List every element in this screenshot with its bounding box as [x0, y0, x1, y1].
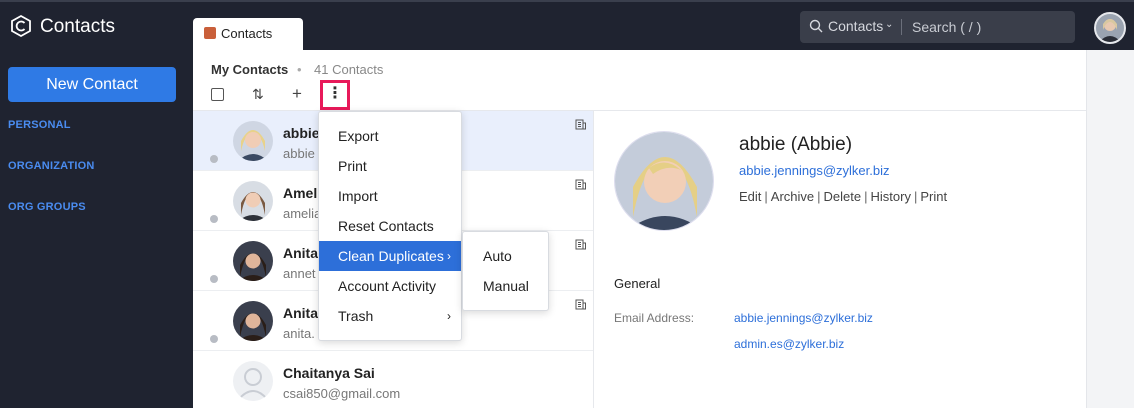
contact-avatar: [233, 301, 273, 341]
more-options-menu: Export Print Import Reset Contacts Clean…: [318, 111, 462, 341]
contact-row[interactable]: Chaitanya Sai csai850@gmail.com: [193, 351, 593, 408]
contact-email: amelia: [283, 206, 322, 221]
contact-email: annet: [283, 266, 316, 281]
separator: |: [764, 189, 768, 204]
header-dot: •: [297, 62, 302, 77]
status-dot: [210, 155, 218, 163]
separator: |: [817, 189, 821, 204]
sidebar-item-organization[interactable]: ORGANIZATION: [8, 160, 95, 172]
user-avatar[interactable]: [1094, 12, 1126, 44]
section-general: General: [614, 276, 661, 291]
status-dot: [210, 215, 218, 223]
contact-avatar: [233, 121, 273, 161]
menu-item-label: Clean Duplicates: [338, 248, 444, 264]
email-value[interactable]: admin.es@zylker.biz: [734, 337, 844, 351]
menu-item-export[interactable]: Export: [319, 121, 461, 151]
chevron-right-icon: ›: [447, 249, 451, 263]
sort-icon[interactable]: ⇅: [252, 86, 264, 104]
sidebar: New Contact PERSONAL ORGANIZATION ORG GR…: [0, 50, 193, 408]
menu-item-label: Print: [338, 158, 367, 174]
email-address-label: Email Address:: [614, 311, 695, 325]
menu-item-clean-duplicates[interactable]: Clean Duplicates ›: [319, 241, 461, 271]
search-bar[interactable]: Contacts ⌄ Search ( / ): [800, 11, 1075, 43]
menu-item-label: Reset Contacts: [338, 218, 434, 234]
menu-item-label: Import: [338, 188, 378, 204]
building-icon: [575, 119, 586, 130]
clean-duplicates-submenu: Auto Manual: [462, 231, 549, 311]
contact-email: abbie: [283, 146, 315, 161]
search-input[interactable]: Search ( / ): [912, 19, 981, 35]
contact-email: anita.: [283, 326, 315, 341]
contact-avatar: [233, 241, 273, 281]
select-all-checkbox[interactable]: [211, 88, 224, 101]
contact-avatar: [233, 181, 273, 221]
submenu-item-manual[interactable]: Manual: [483, 278, 529, 294]
tab-contacts[interactable]: Contacts: [193, 18, 303, 50]
menu-item-label: Trash: [338, 308, 374, 324]
sidebar-item-personal[interactable]: PERSONAL: [8, 119, 71, 131]
status-dot: [210, 335, 218, 343]
right-side-strip: [1086, 50, 1134, 408]
detail-avatar: [614, 131, 714, 231]
menu-item-print[interactable]: Print: [319, 151, 461, 181]
sidebar-item-org-groups[interactable]: ORG GROUPS: [8, 201, 86, 213]
building-icon: [575, 179, 586, 190]
contacts-tab-icon: [204, 27, 216, 39]
tab-label: Contacts: [221, 26, 273, 41]
list-title[interactable]: My Contacts: [211, 62, 288, 77]
detail-actions: Edit | Archive | Delete | History | Print: [739, 189, 947, 204]
history-link[interactable]: History: [871, 189, 911, 204]
menu-item-reset-contacts[interactable]: Reset Contacts: [319, 211, 461, 241]
detail-name: abbie (Abbie): [739, 134, 853, 155]
top-bar: Contacts Contacts ⌄ Search ( / ): [0, 0, 1134, 50]
menu-item-account-activity[interactable]: Account Activity: [319, 271, 461, 301]
contact-name: Anita: [283, 245, 318, 261]
delete-link[interactable]: Delete: [824, 189, 862, 204]
email-value[interactable]: abbie.jennings@zylker.biz: [734, 311, 873, 325]
contact-avatar: [233, 361, 273, 401]
contact-name: Ameli: [283, 185, 322, 201]
search-icon: [809, 19, 823, 33]
panel-divider: [593, 111, 594, 408]
separator: |: [913, 189, 918, 204]
separator: |: [864, 189, 868, 204]
menu-item-trash[interactable]: Trash ›: [319, 301, 461, 331]
contact-name: Anita: [283, 305, 318, 321]
edit-link[interactable]: Edit: [739, 189, 761, 204]
building-icon: [575, 239, 586, 250]
menu-item-label: Account Activity: [338, 278, 437, 294]
menu-item-label: Export: [338, 128, 379, 144]
chevron-down-icon: ⌄: [885, 19, 894, 30]
submenu-item-auto[interactable]: Auto: [483, 248, 512, 264]
contact-name: abbie: [283, 125, 320, 141]
contact-name: Chaitanya Sai: [283, 365, 375, 381]
contact-count: 41 Contacts: [314, 62, 384, 77]
chevron-right-icon: ›: [447, 309, 451, 323]
print-link[interactable]: Print: [920, 189, 947, 204]
new-contact-button[interactable]: New Contact: [8, 67, 176, 102]
search-separator: [901, 19, 902, 35]
building-icon: [575, 299, 586, 310]
status-dot: [210, 275, 218, 283]
app-title: Contacts: [40, 16, 115, 37]
contact-email: csai850@gmail.com: [283, 386, 401, 401]
archive-link[interactable]: Archive: [771, 189, 814, 204]
contacts-logo-icon[interactable]: [9, 14, 33, 38]
more-options-button[interactable]: ⋮: [320, 80, 350, 110]
menu-item-import[interactable]: Import: [319, 181, 461, 211]
search-scope-dropdown[interactable]: Contacts: [828, 18, 883, 34]
add-icon[interactable]: +: [292, 84, 302, 103]
detail-email-link[interactable]: abbie.jennings@zylker.biz: [739, 163, 890, 178]
